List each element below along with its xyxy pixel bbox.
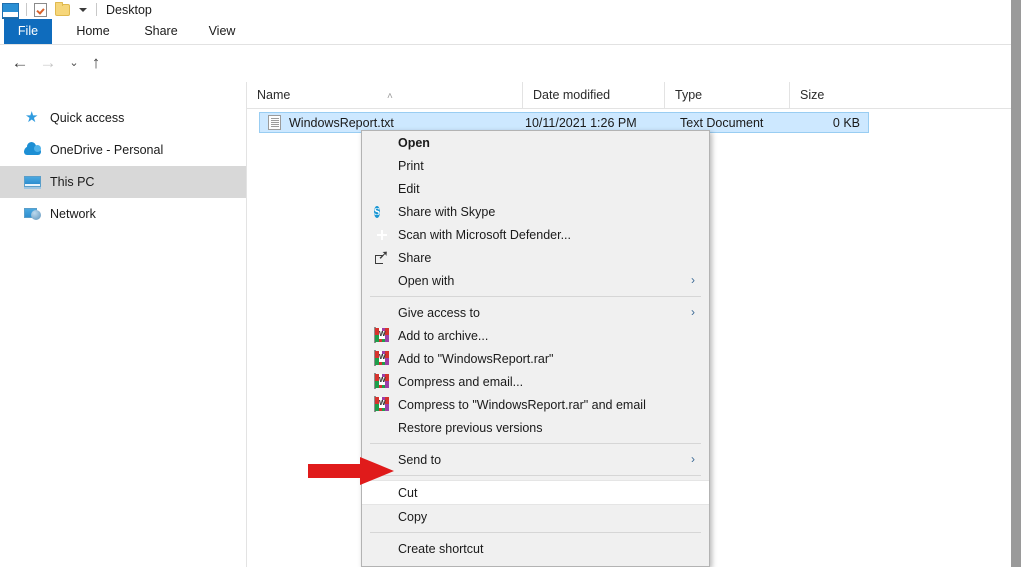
defender-shield-icon	[374, 227, 390, 243]
sort-ascending-icon: ˄	[387, 91, 393, 102]
file-name: WindowsReport.txt	[289, 115, 394, 130]
chevron-right-icon: ›	[691, 273, 695, 287]
cloud-icon	[24, 141, 42, 159]
tab-view[interactable]: View	[200, 19, 244, 44]
chevron-down-icon[interactable]	[79, 7, 87, 12]
menu-item-delete[interactable]: Delete	[362, 560, 709, 567]
file-type: Text Document	[680, 115, 764, 130]
star-icon: ★	[25, 109, 39, 126]
window-title: Desktop	[106, 2, 152, 17]
recent-locations-button[interactable]: ⌄	[62, 51, 86, 75]
share-icon	[374, 250, 390, 266]
menu-item-edit[interactable]: Edit	[362, 177, 709, 200]
network-icon	[24, 205, 42, 223]
menu-item-share[interactable]: Share	[362, 246, 709, 269]
menu-item-print[interactable]: Print	[362, 154, 709, 177]
chevron-right-icon: ›	[691, 305, 695, 319]
column-header-label: Type	[675, 88, 703, 102]
toolbar-divider	[26, 3, 27, 16]
menu-item-label: Give access to	[398, 305, 480, 320]
sidebar-item-onedrive[interactable]: OneDrive - Personal	[0, 134, 246, 166]
menu-item-share-with-skype[interactable]: S Share with Skype	[362, 200, 709, 223]
menu-item-label: Add to archive...	[398, 328, 489, 343]
winrar-icon: W	[374, 350, 390, 367]
quick-access-toolbar: Desktop	[0, 0, 152, 20]
menu-item-copy[interactable]: Copy	[362, 505, 709, 528]
menu-item-label: Share with Skype	[398, 204, 496, 219]
menu-item-add-to-archive[interactable]: W Add to archive...	[362, 324, 709, 347]
winrar-icon: W	[374, 396, 390, 413]
column-header-row: Name ˄ Date modified Type Size	[247, 82, 1011, 109]
column-header-label: Name	[257, 88, 291, 102]
menu-item-label: Compress to "WindowsReport.rar" and emai…	[398, 397, 646, 412]
winrar-icon: W	[374, 373, 390, 390]
column-header-size[interactable]: Size	[789, 82, 867, 108]
winrar-icon: W	[374, 327, 390, 344]
explorer-app-icon[interactable]	[2, 2, 19, 20]
column-header-label: Date modified	[533, 88, 611, 102]
menu-item-compress-and-email[interactable]: W Compress and email...	[362, 370, 709, 393]
tab-file[interactable]: File	[4, 19, 52, 44]
menu-item-label: Add to "WindowsReport.rar"	[398, 351, 554, 366]
tab-share[interactable]: Share	[135, 19, 187, 44]
sidebar-item-label: This PC	[50, 175, 95, 189]
menu-item-restore-previous-versions[interactable]: Restore previous versions	[362, 416, 709, 439]
context-menu: Open Print Edit S Share with Skype Scan …	[361, 130, 710, 567]
file-size: 0 KB	[832, 115, 860, 130]
menu-item-label: Compress and email...	[398, 374, 524, 389]
menu-item-open-with[interactable]: Open with ›	[362, 269, 709, 292]
sidebar-item-label: OneDrive - Personal	[50, 143, 164, 157]
chevron-right-icon: ›	[691, 452, 695, 466]
menu-item-label: Copy	[398, 509, 428, 524]
ribbon-tab-strip: File Home Share View	[0, 19, 1011, 44]
menu-item-cut[interactable]: Cut	[362, 480, 709, 505]
menu-item-label: Cut	[398, 485, 418, 500]
skype-icon: S	[374, 206, 381, 218]
file-explorer-window: Desktop File Home Share View ← → ⌄ ↑ › T…	[0, 0, 1012, 567]
column-header-label: Size	[800, 88, 825, 102]
navigation-pane: ★ Quick access OneDrive - Personal This …	[0, 82, 247, 567]
menu-item-add-to-rar[interactable]: W Add to "WindowsReport.rar"	[362, 347, 709, 370]
menu-item-label: Share	[398, 250, 432, 265]
menu-item-label: Scan with Microsoft Defender...	[398, 227, 571, 242]
menu-separator	[370, 532, 701, 533]
text-document-icon	[268, 115, 281, 130]
menu-item-label: Open	[398, 135, 430, 150]
menu-item-label: Open with	[398, 273, 455, 288]
sidebar-item-this-pc[interactable]: This PC	[0, 166, 246, 198]
title-bar: Desktop	[0, 0, 1011, 20]
menu-item-open[interactable]: Open	[362, 131, 709, 154]
sidebar-item-label: Network	[50, 207, 96, 221]
back-button[interactable]: ←	[8, 51, 32, 75]
menu-separator	[370, 296, 701, 297]
menu-item-label: Restore previous versions	[398, 420, 543, 435]
up-button[interactable]: ↑	[84, 51, 108, 75]
menu-item-compress-to-rar-and-email[interactable]: W Compress to "WindowsReport.rar" and em…	[362, 393, 709, 416]
menu-item-scan-with-defender[interactable]: Scan with Microsoft Defender...	[362, 223, 709, 246]
menu-item-label: Send to	[398, 452, 442, 467]
toolbar-divider-2	[96, 3, 97, 16]
menu-separator	[370, 443, 701, 444]
forward-button[interactable]: →	[36, 51, 60, 75]
file-date-modified: 10/11/2021 1:26 PM	[525, 115, 637, 130]
sidebar-item-label: Quick access	[50, 111, 125, 125]
annotation-arrow	[308, 457, 394, 485]
properties-icon[interactable]	[34, 2, 47, 17]
menu-item-label: Create shortcut	[398, 541, 484, 556]
new-folder-icon[interactable]	[55, 1, 70, 16]
menu-item-label: Edit	[398, 181, 420, 196]
sidebar-item-network[interactable]: Network	[0, 198, 246, 230]
menu-separator	[370, 475, 701, 476]
address-bar: ← → ⌄ ↑ › This PC › System (C:) › Users …	[0, 45, 1011, 120]
menu-item-label: Print	[398, 158, 424, 173]
this-pc-icon	[24, 173, 42, 191]
tab-home[interactable]: Home	[66, 19, 120, 44]
menu-item-send-to[interactable]: Send to ›	[362, 448, 709, 471]
menu-item-give-access-to[interactable]: Give access to ›	[362, 301, 709, 324]
sidebar-item-quick-access[interactable]: ★ Quick access	[0, 102, 246, 134]
column-header-type[interactable]: Type	[664, 82, 789, 108]
column-header-name[interactable]: Name ˄	[247, 82, 522, 108]
menu-item-create-shortcut[interactable]: Create shortcut	[362, 537, 709, 560]
column-header-date-modified[interactable]: Date modified	[522, 82, 664, 108]
